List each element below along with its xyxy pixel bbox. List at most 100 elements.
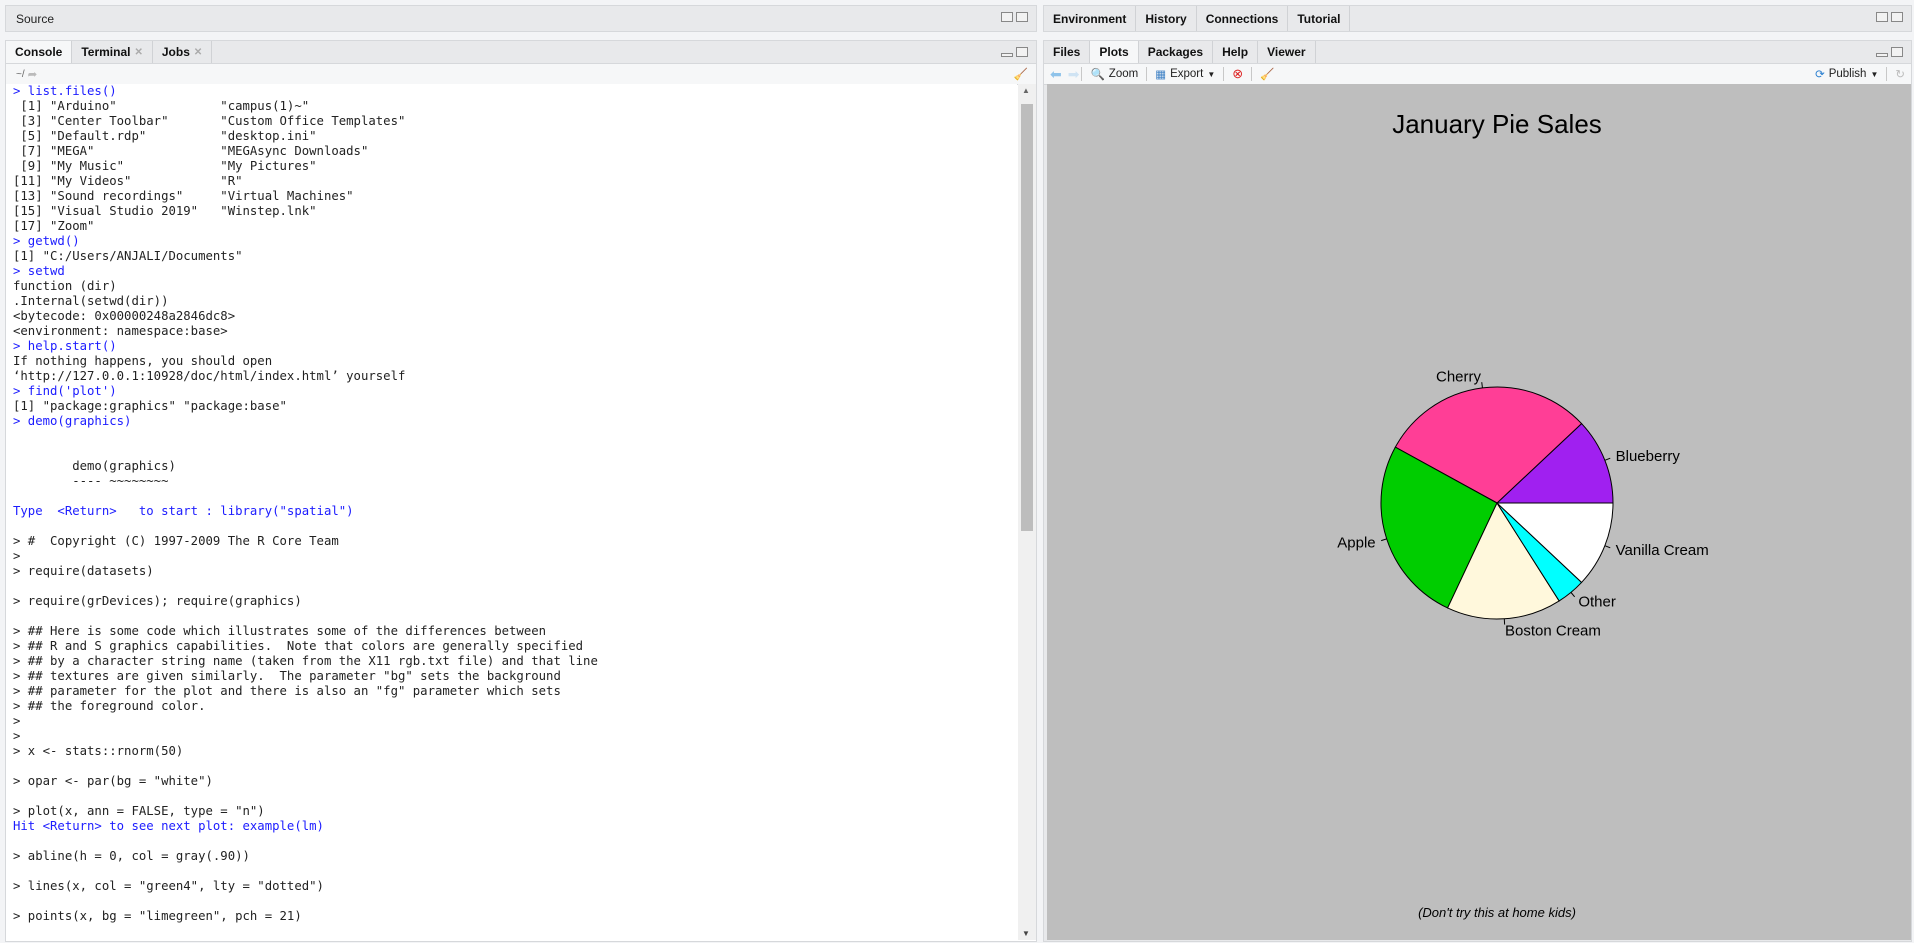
console-line: ---- ~~~~~~~~ — [6, 474, 1017, 489]
console-line: [15] "Visual Studio 2019" "Winstep.lnk" — [6, 204, 1017, 219]
clear-plots-broom-icon[interactable]: 🧹 — [1260, 67, 1274, 81]
publish-button[interactable]: ⟳Publish▼ — [1809, 67, 1884, 81]
source-pane: Source — [5, 5, 1037, 32]
console-line — [6, 759, 1017, 774]
tab-history[interactable]: History — [1136, 6, 1196, 31]
tab-help[interactable]: Help — [1213, 41, 1258, 63]
pie-label-tick — [1381, 539, 1387, 541]
console-output[interactable]: > list.files() [1] "Arduino" "campus(1)~… — [6, 84, 1017, 940]
tab-environment[interactable]: Environment — [1044, 6, 1136, 31]
working-directory[interactable]: ~/ — [16, 69, 25, 80]
scrollbar-thumb[interactable] — [1021, 104, 1033, 531]
console-line: > # Copyright (C) 1997-2009 The R Core T… — [6, 534, 1017, 549]
pie-label: Boston Cream — [1505, 622, 1601, 639]
pie-label-tick — [1605, 546, 1610, 548]
back-arrow-icon[interactable]: ⬅ — [1050, 66, 1062, 83]
console-line: > demo(graphics) — [6, 414, 1017, 429]
maximize-icon[interactable] — [1016, 12, 1028, 22]
restore-icon[interactable] — [1876, 12, 1888, 22]
console-line: > plot(x, ann = FALSE, type = "n") — [6, 804, 1017, 819]
console-line: function (dir) — [6, 279, 1017, 294]
source-pane-title: Source — [16, 12, 54, 26]
console-line: > — [6, 714, 1017, 729]
console-line — [6, 609, 1017, 624]
console-line: Type <Return> to start : library("spatia… — [6, 504, 1017, 519]
console-line: > opar <- par(bg = "white") — [6, 774, 1017, 789]
scroll-up-icon[interactable]: ▲ — [1022, 86, 1030, 95]
console-line: > — [6, 729, 1017, 744]
close-icon[interactable]: ✕ — [194, 47, 202, 58]
remove-plot-icon[interactable]: ⊗ — [1232, 66, 1243, 82]
pie-label: Blueberry — [1616, 448, 1681, 465]
console-line — [6, 894, 1017, 909]
console-line: > find('plot') — [6, 384, 1017, 399]
console-line: > x <- stats::rnorm(50) — [6, 744, 1017, 759]
tab-files[interactable]: Files — [1044, 41, 1090, 63]
go-to-directory-icon[interactable]: ➦ — [28, 67, 38, 81]
tab-tutorial[interactable]: Tutorial — [1288, 6, 1350, 31]
console-line: [1] "Arduino" "campus(1)~" — [6, 99, 1017, 114]
chart-footnote: (Don't try this at home kids) — [1418, 905, 1576, 920]
pie-label-tick — [1482, 382, 1483, 388]
console-line — [6, 834, 1017, 849]
chevron-down-icon: ▼ — [1870, 70, 1878, 79]
tab-packages[interactable]: Packages — [1139, 41, 1213, 63]
refresh-icon[interactable]: ↻ — [1895, 67, 1905, 81]
console-line: <bytecode: 0x00000248a2846dc8> — [6, 309, 1017, 324]
publish-icon: ⟳ — [1815, 67, 1825, 81]
magnifier-icon: 🔍 — [1090, 67, 1104, 81]
pie-chart: January Pie Sales (Don't try this at hom… — [1047, 84, 1911, 940]
console-line — [6, 489, 1017, 504]
console-line — [6, 579, 1017, 594]
console-line: <environment: namespace:base> — [6, 324, 1017, 339]
console-line: > ## R and S graphics capabilities. Note… — [6, 639, 1017, 654]
chevron-down-icon: ▼ — [1207, 70, 1215, 79]
console-line: [1] "package:graphics" "package:base" — [6, 399, 1017, 414]
tab-connections[interactable]: Connections — [1197, 6, 1289, 31]
console-line: [5] "Default.rdp" "desktop.ini" — [6, 129, 1017, 144]
console-line: [17] "Zoom" — [6, 219, 1017, 234]
console-line: > setwd — [6, 264, 1017, 279]
console-line: [3] "Center Toolbar" "Custom Office Temp… — [6, 114, 1017, 129]
console-line: > require(datasets) — [6, 564, 1017, 579]
tab-plots[interactable]: Plots — [1090, 41, 1138, 63]
console-scrollbar[interactable]: ▲ ▼ — [1018, 84, 1036, 940]
tab-viewer[interactable]: Viewer — [1258, 41, 1315, 63]
console-line — [6, 789, 1017, 804]
console-line — [6, 519, 1017, 534]
console-line: [11] "My Videos" "R" — [6, 174, 1017, 189]
forward-arrow-icon[interactable]: ➡ — [1068, 66, 1080, 83]
maximize-icon[interactable] — [1891, 12, 1903, 22]
console-line: ‘http://127.0.0.1:10928/doc/html/index.h… — [6, 369, 1017, 384]
scroll-down-icon[interactable]: ▼ — [1022, 929, 1030, 938]
restore-icon[interactable] — [1001, 12, 1013, 22]
console-line: > ## Here is some code which illustrates… — [6, 624, 1017, 639]
minimize-icon[interactable] — [1876, 53, 1888, 57]
minimize-icon[interactable] — [1001, 53, 1013, 57]
console-line: [13] "Sound recordings" "Virtual Machine… — [6, 189, 1017, 204]
environment-pane: Environment History Connections Tutorial — [1043, 5, 1912, 32]
restore-icon[interactable] — [1016, 47, 1028, 57]
zoom-button[interactable]: 🔍Zoom — [1084, 67, 1144, 81]
console-line — [6, 864, 1017, 879]
restore-icon[interactable] — [1891, 47, 1903, 57]
clear-console-icon[interactable]: 🧹 — [1014, 67, 1028, 81]
tab-terminal[interactable]: Terminal✕ — [72, 41, 153, 63]
console-line: If nothing happens, you should open — [6, 354, 1017, 369]
tab-console[interactable]: Console — [6, 41, 72, 63]
console-line: [9] "My Music" "My Pictures" — [6, 159, 1017, 174]
plot-area: January Pie Sales (Don't try this at hom… — [1047, 84, 1911, 940]
console-line: > ## parameter for the plot and there is… — [6, 684, 1017, 699]
pie-label: Other — [1578, 593, 1616, 610]
console-line: demo(graphics) — [6, 459, 1017, 474]
console-line — [6, 429, 1017, 444]
close-icon[interactable]: ✕ — [134, 47, 142, 58]
chart-title: January Pie Sales — [1392, 109, 1602, 139]
tab-jobs[interactable]: Jobs✕ — [153, 41, 212, 63]
console-line: > ## by a character string name (taken f… — [6, 654, 1017, 669]
pie-label: Cherry — [1436, 368, 1482, 385]
pie-label: Vanilla Cream — [1616, 542, 1709, 559]
export-button[interactable]: ▦Export▼ — [1149, 67, 1221, 81]
console-line: [1] "C:/Users/ANJALI/Documents" — [6, 249, 1017, 264]
pie-label: Apple — [1337, 534, 1375, 551]
